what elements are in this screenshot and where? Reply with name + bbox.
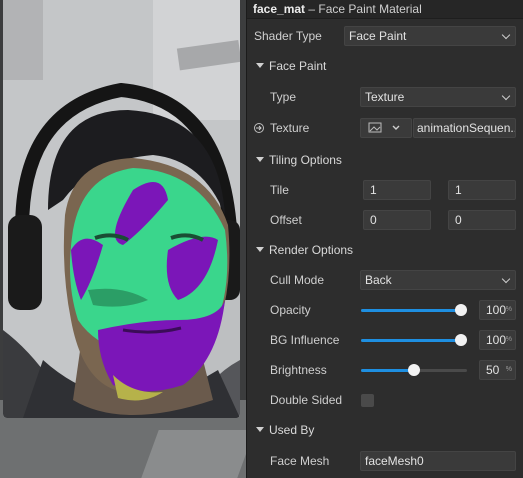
cull-mode-dropdown[interactable]: Back — [360, 270, 516, 290]
section-used-by[interactable]: Used By — [247, 415, 523, 445]
type-value: Texture — [365, 90, 405, 104]
offset-y-value: 0 — [455, 213, 462, 227]
bg-influence-value: 100 — [486, 333, 507, 347]
brightness-row: Brightness 50% — [247, 355, 523, 385]
double-sided-label: Double Sided — [270, 393, 343, 407]
tile-x-value: 1 — [370, 183, 377, 197]
offset-x-value: 0 — [370, 213, 377, 227]
cull-mode-value: Back — [365, 273, 392, 287]
opacity-value: 100 — [486, 303, 507, 317]
bg-influence-label: BG Influence — [270, 333, 340, 347]
collapse-triangle-icon[interactable] — [256, 63, 264, 68]
brightness-label: Brightness — [270, 363, 327, 377]
texture-name-field[interactable]: animationSequen... — [413, 118, 516, 138]
opacity-value-field[interactable]: 100% — [479, 300, 516, 320]
brightness-value-field[interactable]: 50% — [479, 360, 516, 380]
face-mesh-value: faceMesh0 — [365, 454, 424, 468]
percent-unit: % — [505, 306, 512, 313]
opacity-label: Opacity — [270, 303, 311, 317]
collapse-triangle-icon[interactable] — [256, 247, 264, 252]
tile-y-input[interactable]: 1 — [448, 180, 516, 200]
shader-type-label: Shader Type — [254, 29, 322, 43]
offset-x-input[interactable]: 0 — [363, 210, 431, 230]
shader-type-dropdown[interactable]: Face Paint — [344, 26, 516, 46]
offset-label: Offset — [270, 213, 302, 227]
face-mesh-field[interactable]: faceMesh0 — [360, 451, 516, 471]
section-title-tiling-options: Tiling Options — [269, 153, 342, 167]
bg-influence-value-field[interactable]: 100% — [479, 330, 516, 350]
opacity-slider-fill — [361, 309, 461, 312]
link-arrow-icon[interactable] — [254, 123, 264, 133]
camera-feed-image — [3, 0, 240, 418]
collapse-triangle-icon[interactable] — [256, 427, 264, 432]
section-render-options[interactable]: Render Options — [247, 235, 523, 265]
preview-background-floor — [141, 430, 246, 478]
tile-row: Tile 1 1 — [247, 175, 523, 205]
section-title-used-by: Used By — [269, 423, 315, 437]
header-separator: – — [305, 2, 319, 16]
chevron-down-icon — [501, 274, 511, 284]
image-icon — [368, 122, 400, 133]
chevron-down-icon — [501, 30, 511, 40]
double-sided-checkbox[interactable] — [361, 394, 374, 407]
face-mesh-label: Face Mesh — [270, 454, 330, 468]
inspector-panel: face_mat – Face Paint Material Shader Ty… — [247, 0, 523, 478]
type-dropdown[interactable]: Texture — [360, 87, 516, 107]
face-mesh-row: Face Mesh faceMesh0 — [247, 446, 523, 476]
section-title-face-paint: Face Paint — [269, 59, 327, 73]
bg-influence-slider[interactable] — [361, 334, 467, 346]
asset-type: Face Paint Material — [318, 2, 422, 16]
tile-label: Tile — [270, 183, 289, 197]
texture-label: Texture — [270, 121, 310, 135]
shader-type-row: Shader Type Face Paint — [247, 21, 523, 51]
offset-y-input[interactable]: 0 — [448, 210, 516, 230]
brightness-slider-handle[interactable] — [408, 364, 420, 376]
section-face-paint[interactable]: Face Paint — [247, 51, 523, 81]
tile-y-value: 1 — [455, 183, 462, 197]
opacity-slider[interactable] — [361, 304, 467, 316]
percent-unit: % — [505, 336, 512, 343]
bg-influence-slider-fill — [361, 339, 461, 342]
type-label: Type — [270, 90, 297, 104]
texture-row: Texture animationSequen... — [247, 113, 523, 143]
face-paint-type-row: Type Texture — [247, 82, 523, 112]
texture-value: animationSequen... — [417, 121, 516, 135]
camera-feed — [3, 0, 240, 418]
camera-preview-panel — [0, 0, 246, 478]
inspector-header: face_mat – Face Paint Material — [247, 0, 523, 19]
shader-type-value: Face Paint — [349, 29, 407, 43]
cull-mode-row: Cull Mode Back — [247, 265, 523, 295]
double-sided-row: Double Sided — [247, 385, 523, 415]
brightness-value: 50 — [486, 363, 500, 377]
brightness-slider-fill — [361, 369, 414, 372]
opacity-row: Opacity 100% — [247, 295, 523, 325]
bg-influence-row: BG Influence 100% — [247, 325, 523, 355]
brightness-slider[interactable] — [361, 364, 467, 376]
percent-unit: % — [505, 366, 512, 373]
opacity-slider-handle[interactable] — [455, 304, 467, 316]
section-tiling-options[interactable]: Tiling Options — [247, 145, 523, 175]
offset-row: Offset 0 0 — [247, 205, 523, 235]
chevron-down-icon — [501, 91, 511, 101]
texture-picker-button[interactable] — [360, 118, 412, 138]
bg-influence-slider-handle[interactable] — [455, 334, 467, 346]
asset-name: face_mat — [253, 2, 306, 16]
tile-x-input[interactable]: 1 — [363, 180, 431, 200]
cull-mode-label: Cull Mode — [270, 273, 325, 287]
section-title-render-options: Render Options — [269, 243, 354, 257]
collapse-triangle-icon[interactable] — [256, 157, 264, 162]
